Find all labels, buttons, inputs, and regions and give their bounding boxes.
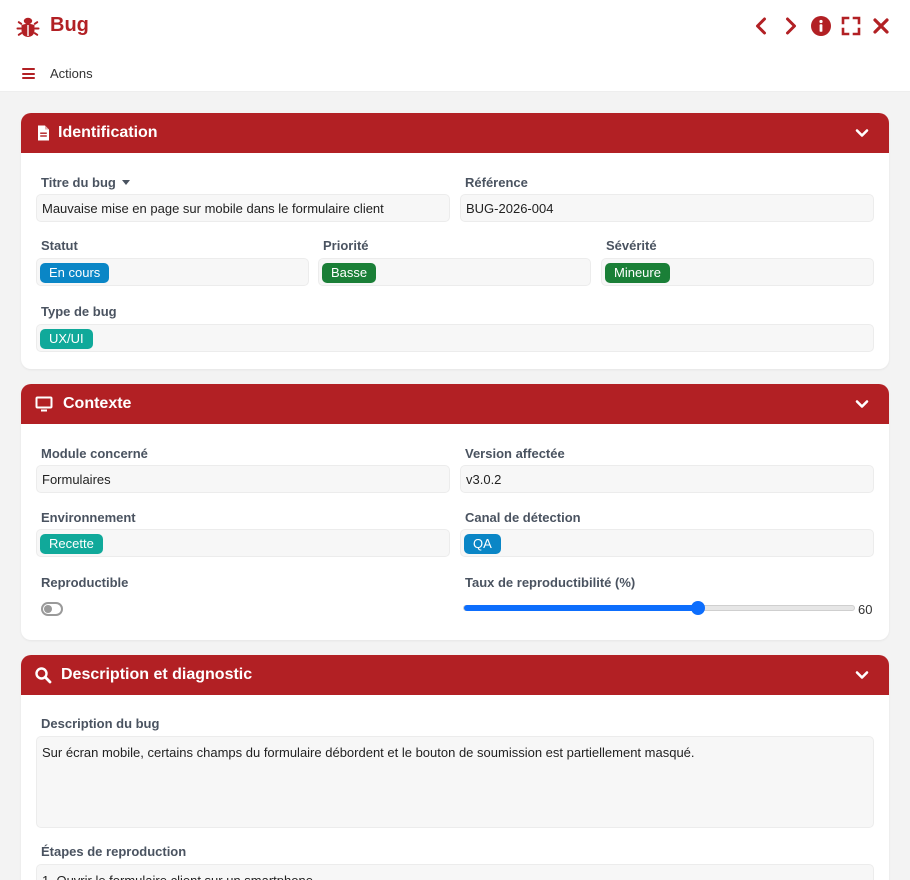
- reproductible-toggle[interactable]: [41, 602, 63, 616]
- chevron-left-icon: [756, 17, 766, 35]
- reference-label: Référence: [465, 175, 528, 190]
- bug-icon: [16, 17, 40, 37]
- description-field[interactable]: Sur écran mobile, certains champs du for…: [36, 736, 874, 828]
- taux-label: Taux de reproductibilité (%): [465, 575, 636, 590]
- chevron-down-icon[interactable]: [855, 397, 869, 411]
- reproductible-label: Reproductible: [41, 575, 129, 590]
- window-title: Bug: [50, 14, 89, 36]
- chevron-down-icon[interactable]: [855, 668, 869, 682]
- severite-label: Sévérité: [606, 238, 657, 253]
- previous-button[interactable]: [750, 14, 772, 38]
- actions-bar: Actions: [0, 52, 910, 92]
- fullscreen-icon: [841, 16, 861, 36]
- chevron-right-icon: [786, 17, 796, 35]
- environnement-field[interactable]: Recette: [36, 529, 450, 557]
- info-button[interactable]: [810, 14, 832, 38]
- type-label: Type de bug: [41, 304, 117, 319]
- close-icon: [873, 18, 889, 34]
- priorite-label: Priorité: [323, 238, 369, 253]
- next-button[interactable]: [780, 14, 802, 38]
- chevron-down-icon[interactable]: [855, 126, 869, 140]
- section-title: Identification: [58, 124, 158, 141]
- description-label: Description du bug: [41, 716, 160, 731]
- reference-field[interactable]: BUG-2026-004: [460, 194, 874, 222]
- module-field[interactable]: Formulaires: [36, 465, 450, 493]
- search-icon: [35, 667, 52, 684]
- module-label: Module concerné: [41, 446, 148, 461]
- statut-label: Statut: [41, 238, 78, 253]
- info-icon: [811, 16, 831, 36]
- version-field[interactable]: v3.0.2: [460, 465, 874, 493]
- environnement-label: Environnement: [41, 510, 136, 525]
- document-icon: [38, 125, 49, 141]
- title-actions: [750, 14, 892, 38]
- taux-value: 60: [858, 602, 873, 617]
- taux-slider[interactable]: [463, 601, 855, 615]
- status-badge: En cours: [40, 263, 110, 283]
- priority-badge: Basse: [322, 263, 377, 283]
- environment-badge: Recette: [40, 534, 103, 554]
- section-header-identification[interactable]: Identification: [21, 113, 889, 153]
- section-identification: Identification Titre du bug Mauvaise mis…: [21, 113, 889, 369]
- close-button[interactable]: [870, 14, 892, 38]
- actions-menu-label[interactable]: Actions: [50, 66, 93, 81]
- section-description: Description et diagnostic Description du…: [21, 655, 889, 880]
- etapes-label: Étapes de reproduction: [41, 844, 187, 859]
- fullscreen-button[interactable]: [840, 14, 862, 38]
- title-bar: Bug: [0, 0, 910, 52]
- canal-field[interactable]: QA: [460, 529, 874, 557]
- version-label: Version affectée: [465, 446, 565, 461]
- bug-window: Bug Actions Identification Titre du bug …: [0, 0, 910, 880]
- severity-badge: Mineure: [605, 263, 670, 283]
- section-header-description[interactable]: Description et diagnostic: [21, 655, 889, 695]
- titre-field[interactable]: Mauvaise mise en page sur mobile dans le…: [36, 194, 450, 222]
- section-header-contexte[interactable]: Contexte: [21, 384, 889, 424]
- titre-label[interactable]: Titre du bug: [41, 175, 130, 190]
- type-badge: UX/UI: [40, 329, 93, 349]
- section-title: Description et diagnostic: [61, 666, 253, 683]
- severite-field[interactable]: Mineure: [601, 258, 874, 286]
- caret-down-icon: [121, 180, 130, 186]
- menu-icon[interactable]: [22, 68, 35, 79]
- etapes-field[interactable]: 1. Ouvrir le formulaire client sur un sm…: [36, 864, 874, 880]
- type-field[interactable]: UX/UI: [36, 324, 874, 352]
- canal-label: Canal de détection: [465, 510, 581, 525]
- slider-thumb[interactable]: [691, 601, 705, 615]
- section-contexte: Contexte Module concerné Formulaires Ver…: [21, 384, 889, 640]
- priorite-field[interactable]: Basse: [318, 258, 591, 286]
- monitor-icon: [35, 396, 53, 412]
- statut-field[interactable]: En cours: [36, 258, 309, 286]
- channel-badge: QA: [464, 534, 501, 554]
- slider-fill: [464, 605, 698, 611]
- section-title: Contexte: [63, 395, 132, 412]
